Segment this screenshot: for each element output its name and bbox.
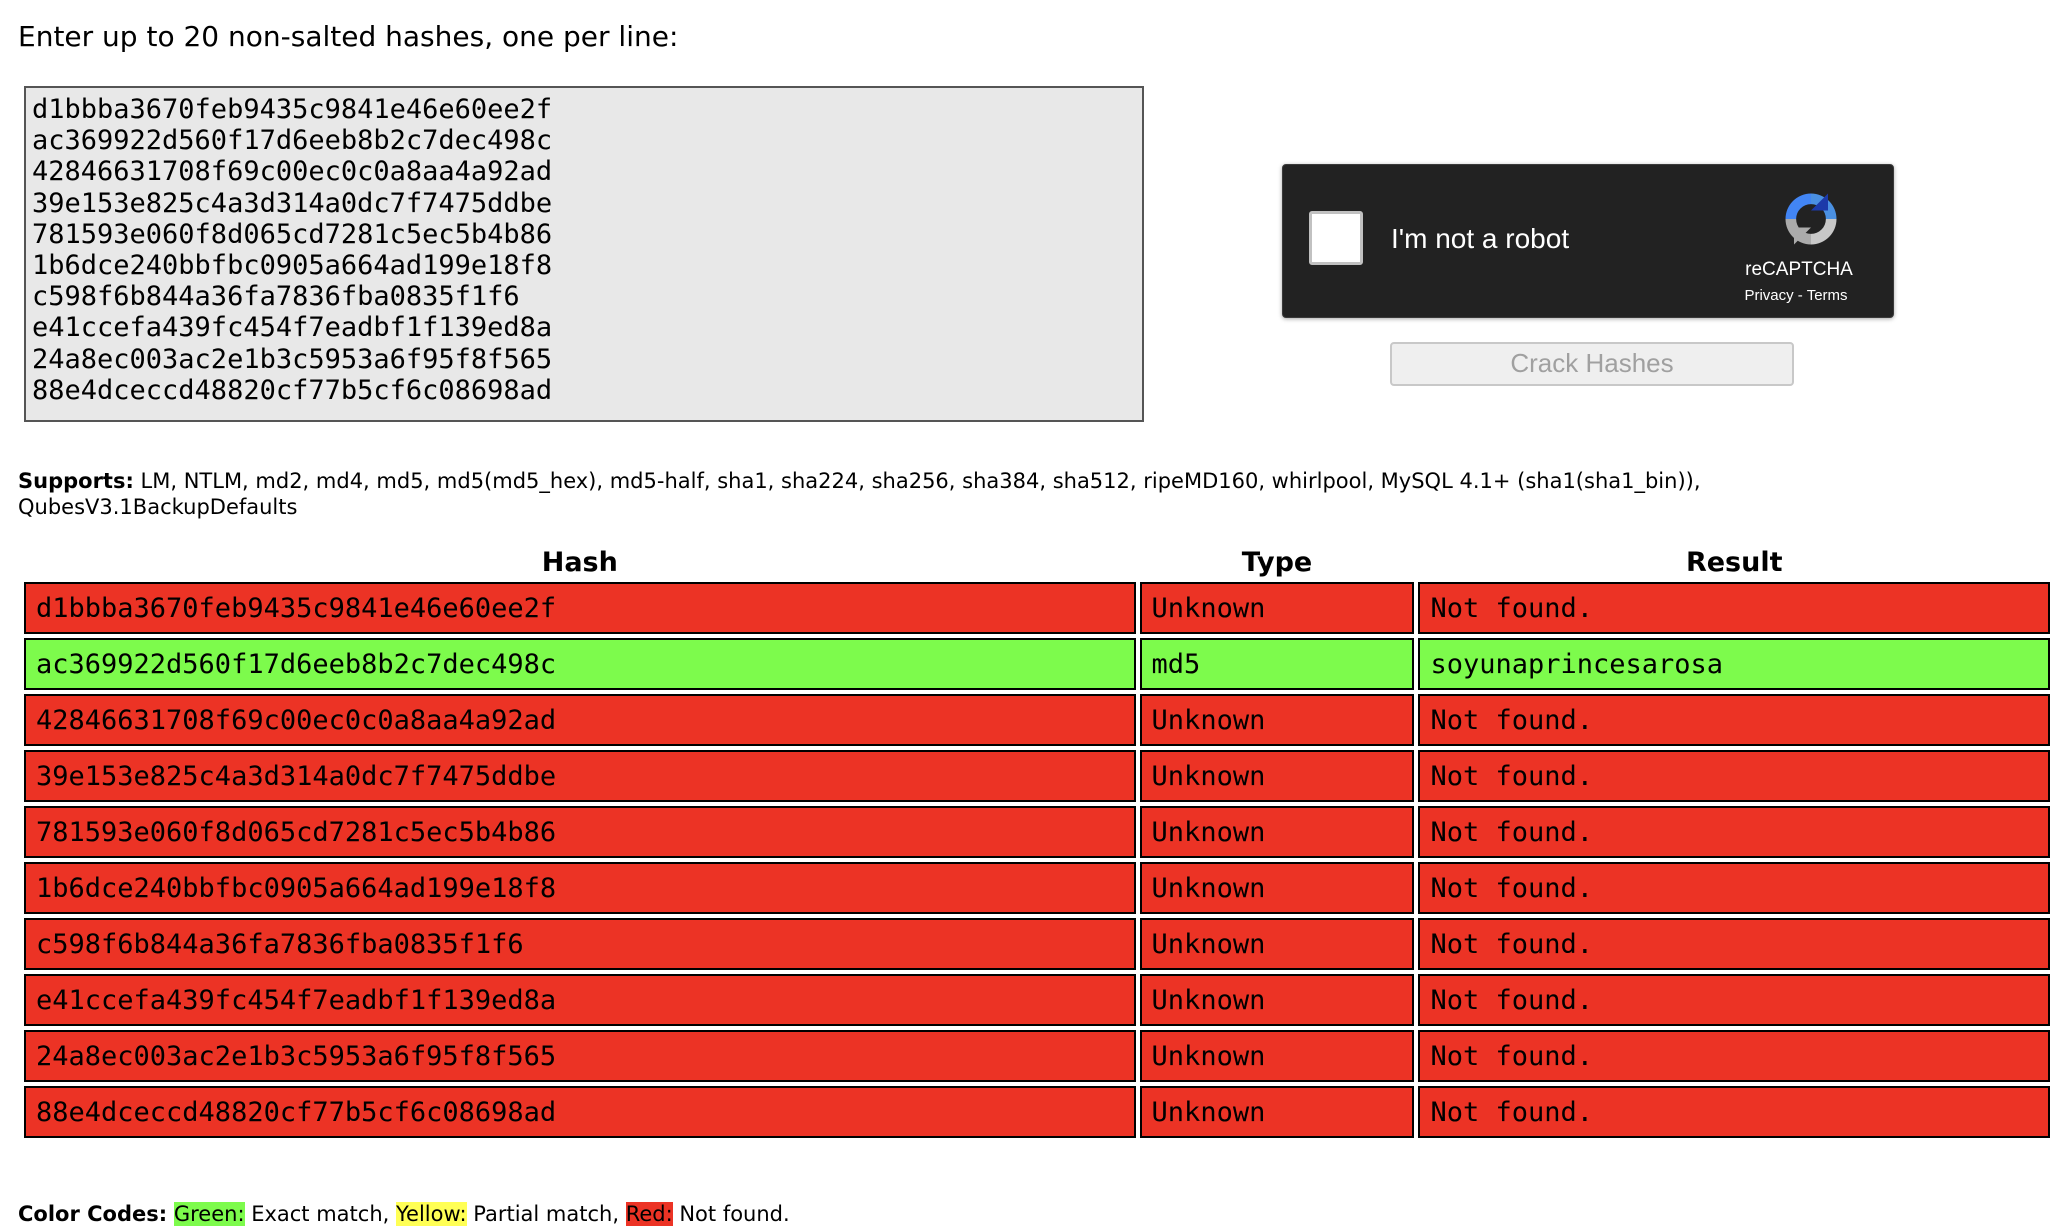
cell-type: Unknown: [1139, 806, 1415, 858]
cell-type: Unknown: [1139, 1030, 1415, 1082]
privacy-link[interactable]: Privacy: [1744, 287, 1793, 304]
crack-hashes-button[interactable]: Crack Hashes: [1390, 342, 1794, 386]
cell-result: Not found.: [1418, 1030, 2050, 1082]
cell-type: md5: [1139, 638, 1415, 690]
header-hash: Hash: [541, 546, 618, 578]
cell-result: Not found.: [1418, 694, 2050, 746]
header-result: Result: [1685, 546, 1783, 578]
recaptcha-brand: reCAPTCHA: [1745, 259, 1853, 280]
cell-hash: 88e4dceccd48820cf77b5cf6c08698ad: [24, 1086, 1136, 1138]
legend-red-desc: Not found.: [672, 1202, 790, 1226]
cell-hash: 24a8ec003ac2e1b3c5953a6f95f8f565: [24, 1030, 1136, 1082]
input-prompt: Enter up to 20 non-salted hashes, one pe…: [18, 20, 679, 53]
supports-text: LM, NTLM, md2, md4, md5, md5(md5_hex), m…: [18, 469, 1701, 519]
cell-result: Not found.: [1418, 918, 2050, 970]
recaptcha-links: Privacy - Terms: [1721, 287, 1871, 304]
table-row: 781593e060f8d065cd7281c5ec5b4b86 Unknown N…: [24, 806, 2050, 858]
table-row: 39e153e825c4a3d314a0dc7f7475ddbe Unknown N…: [24, 750, 2050, 802]
cell-hash: c598f6b844a36fa7836fba0835f1f6: [24, 918, 1136, 970]
links-separator: -: [1793, 287, 1807, 304]
terms-link[interactable]: Terms: [1807, 287, 1848, 304]
color-codes-label: Color Codes:: [18, 1202, 168, 1226]
recaptcha-widget: I'm not a robot reCAPTCHA Privacy - Term…: [1282, 164, 1894, 318]
table-row: ac369922d560f17d6eeb8b2c7dec498c md5 soyun…: [24, 638, 2050, 690]
table-row: e41ccefa439fc454f7eadbf1f139ed8a Unknown N…: [24, 974, 2050, 1026]
table-row: 42846631708f69c00ec0c0a8aa4a92ad Unknown N…: [24, 694, 2050, 746]
cell-result: Not found.: [1418, 862, 2050, 914]
table-row: d1bbba3670feb9435c9841e46e60ee2f Unknown N…: [24, 582, 2050, 634]
cell-result: Not found.: [1418, 1086, 2050, 1138]
results-header-row: Hash Type Result: [24, 546, 2050, 578]
cell-type: Unknown: [1139, 918, 1415, 970]
supported-algorithms: Supports: LM, NTLM, md2, md4, md5, md5(m…: [18, 468, 1918, 520]
table-row: 1b6dce240bbfbc0905a664ad199e18f8 Unknown N…: [24, 862, 2050, 914]
cell-type: Unknown: [1139, 862, 1415, 914]
cell-result: Not found.: [1418, 750, 2050, 802]
table-row: 88e4dceccd48820cf77b5cf6c08698ad Unknown N…: [24, 1086, 2050, 1138]
cell-hash: 1b6dce240bbfbc0905a664ad199e18f8: [24, 862, 1136, 914]
recaptcha-checkbox[interactable]: [1309, 211, 1363, 265]
cell-hash: ac369922d560f17d6eeb8b2c7dec498c: [24, 638, 1136, 690]
legend-yellow-desc: Partial match,: [466, 1202, 626, 1226]
hash-input[interactable]: d1bbba3670feb9435c9841e46e60ee2f ac36992…: [24, 86, 1144, 422]
table-row: 24a8ec003ac2e1b3c5953a6f95f8f565 Unknown N…: [24, 1030, 2050, 1082]
cell-result: Not found.: [1418, 582, 2050, 634]
color-codes-legend: Color Codes: Green: Exact match, Yellow:…: [18, 1202, 790, 1226]
cell-result: Not found.: [1418, 974, 2050, 1026]
cell-result: soyunaprincesarosa: [1418, 638, 2050, 690]
cell-hash: d1bbba3670feb9435c9841e46e60ee2f: [24, 582, 1136, 634]
supports-label: Supports:: [18, 469, 134, 493]
header-type: Type: [1241, 546, 1313, 578]
legend-yellow: Yellow:: [395, 1202, 467, 1226]
cell-type: Unknown: [1139, 1086, 1415, 1138]
table-row: c598f6b844a36fa7836fba0835f1f6 Unknown Not…: [24, 918, 2050, 970]
cell-hash: e41ccefa439fc454f7eadbf1f139ed8a: [24, 974, 1136, 1026]
recaptcha-label: I'm not a robot: [1391, 223, 1570, 254]
legend-green: Green:: [173, 1202, 245, 1226]
cell-type: Unknown: [1139, 750, 1415, 802]
results-table: Hash Type Result d1bbba3670feb9435c9841e…: [20, 542, 2054, 1142]
cell-type: Unknown: [1139, 582, 1415, 634]
cell-type: Unknown: [1139, 974, 1415, 1026]
cell-hash: 42846631708f69c00ec0c0a8aa4a92ad: [24, 694, 1136, 746]
recaptcha-logo-icon: [1785, 193, 1837, 245]
cell-type: Unknown: [1139, 694, 1415, 746]
cell-hash: 39e153e825c4a3d314a0dc7f7475ddbe: [24, 750, 1136, 802]
legend-red: Red:: [625, 1202, 673, 1226]
cell-result: Not found.: [1418, 806, 2050, 858]
cell-hash: 781593e060f8d065cd7281c5ec5b4b86: [24, 806, 1136, 858]
legend-green-desc: Exact match,: [244, 1202, 396, 1226]
